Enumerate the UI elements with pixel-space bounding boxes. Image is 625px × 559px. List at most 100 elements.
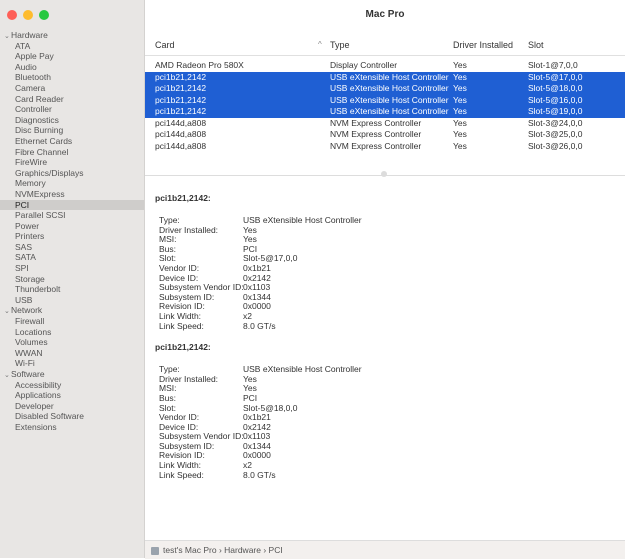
sidebar-item-spi[interactable]: SPI xyxy=(0,263,144,274)
table-row[interactable]: pci144d,a808 NVM Express Controller Yes Slo… xyxy=(145,129,625,141)
sidebar-item-volumes[interactable]: Volumes xyxy=(0,337,144,348)
zoom-window-button[interactable] xyxy=(39,10,49,20)
sidebar-item-fibre-channel[interactable]: Fibre Channel xyxy=(0,147,144,158)
sidebar-item-developer[interactable]: Developer xyxy=(0,401,144,412)
sidebar-item-audio[interactable]: Audio xyxy=(0,62,144,73)
property-row: Slot: Slot-5@18,0,0 xyxy=(159,403,625,414)
sidebar-group-network[interactable]: ⌄Network xyxy=(0,305,144,316)
split-handle-icon[interactable] xyxy=(381,171,387,177)
cell-card: pci1b21,2142 xyxy=(155,106,207,116)
sidebar-group-software[interactable]: ⌄Software xyxy=(0,369,144,380)
sidebar-item-thunderbolt[interactable]: Thunderbolt xyxy=(0,284,144,295)
sidebar-group-hardware[interactable]: ⌄Hardware xyxy=(0,30,144,41)
device-table: AMD Radeon Pro 580X Display Controller Yes… xyxy=(145,60,625,152)
column-header-type[interactable]: Type xyxy=(330,40,350,50)
sidebar-item-printers[interactable]: Printers xyxy=(0,231,144,242)
property-row: Link Width: x2 xyxy=(159,460,625,471)
sidebar-item-disc-burning[interactable]: Disc Burning xyxy=(0,125,144,136)
sidebar-item-wwan[interactable]: WWAN xyxy=(0,348,144,359)
status-bar: test's Mac Pro › Hardware › PCI xyxy=(145,540,625,559)
property-value: 8.0 GT/s xyxy=(243,469,276,480)
detail-section: pci1b21,2142: Type: USB eXtensible Host Co… xyxy=(145,337,625,480)
property-key: Link Speed: xyxy=(159,469,204,480)
table-row[interactable]: pci1b21,2142 USB eXtensible Host Controll… xyxy=(145,71,625,83)
cell-slot: Slot-5@18,0,0 xyxy=(528,83,583,93)
property-row: MSI: Yes xyxy=(159,384,625,394)
sidebar-item-apple-pay[interactable]: Apple Pay xyxy=(0,51,144,62)
sidebar-group-label: Software xyxy=(11,369,45,379)
property-row: MSI: Yes xyxy=(159,235,625,245)
table-row[interactable]: pci1b21,2142 USB eXtensible Host Controll… xyxy=(145,94,625,106)
property-row: Revision ID: 0x0000 xyxy=(159,302,625,312)
sidebar-item-power[interactable]: Power xyxy=(0,221,144,232)
chevron-down-icon[interactable]: ⌄ xyxy=(4,32,11,43)
property-list: Type: USB eXtensible Host Controller Drive… xyxy=(145,208,625,331)
sidebar-item-sas[interactable]: SAS xyxy=(0,242,144,253)
property-row: Link Speed: 8.0 GT/s xyxy=(159,320,625,332)
sidebar-item-graphics-displays[interactable]: Graphics/Displays xyxy=(0,168,144,179)
detail-section-title: pci1b21,2142: xyxy=(155,342,211,353)
property-row: Vendor ID: 0x1b21 xyxy=(159,263,625,274)
sidebar-item-bluetooth[interactable]: Bluetooth xyxy=(0,72,144,83)
close-window-button[interactable] xyxy=(7,10,17,20)
column-header-driver-installed[interactable]: Driver Installed xyxy=(453,40,513,50)
property-row: Vendor ID: 0x1b21 xyxy=(159,412,625,423)
sidebar-item-extensions[interactable]: Extensions xyxy=(0,422,144,433)
sidebar-item-firewall[interactable]: Firewall xyxy=(0,316,144,327)
sidebar-item-controller[interactable]: Controller xyxy=(0,104,144,115)
cell-driver-installed: Yes xyxy=(453,83,467,93)
cell-driver-installed: Yes xyxy=(453,106,467,116)
property-row: Type: USB eXtensible Host Controller xyxy=(159,365,625,375)
table-row[interactable]: pci144d,a808 NVM Express Controller Yes Slo… xyxy=(145,118,625,130)
sidebar-item-ata[interactable]: ATA xyxy=(0,41,144,52)
cell-type: USB eXtensible Host Controller xyxy=(330,83,449,93)
cell-card: pci1b21,2142 xyxy=(155,71,207,82)
sidebar-item-locations[interactable]: Locations xyxy=(0,327,144,338)
chevron-down-icon[interactable]: ⌄ xyxy=(4,371,11,382)
sidebar-item-storage[interactable]: Storage xyxy=(0,274,144,285)
column-header-card[interactable]: Card xyxy=(155,40,175,50)
sidebar-item-firewire[interactable]: FireWire xyxy=(0,157,144,168)
property-list: Type: USB eXtensible Host Controller Drive… xyxy=(145,357,625,480)
sidebar-item-disabled-software[interactable]: Disabled Software xyxy=(0,411,144,422)
chevron-down-icon[interactable]: ⌄ xyxy=(4,307,11,318)
property-value: 8.0 GT/s xyxy=(243,320,276,331)
table-row[interactable]: pci1b21,2142 USB eXtensible Host Controll… xyxy=(145,83,625,95)
property-value: USB eXtensible Host Controller xyxy=(243,215,362,225)
property-row: Driver Installed: Yes xyxy=(159,225,625,236)
sidebar-item-sata[interactable]: SATA xyxy=(0,252,144,263)
cell-slot: Slot-5@16,0,0 xyxy=(528,94,583,105)
cell-card: AMD Radeon Pro 580X xyxy=(155,60,244,70)
table-row[interactable]: AMD Radeon Pro 580X Display Controller Yes… xyxy=(145,60,625,72)
sidebar-item-card-reader[interactable]: Card Reader xyxy=(0,94,144,105)
cell-card: pci144d,a808 xyxy=(155,117,207,128)
property-row: Subsystem Vendor ID: 0x1103 xyxy=(159,432,625,442)
property-row: Slot: Slot-5@17,0,0 xyxy=(159,254,625,264)
detail-pane: pci1b21,2142: Type: USB eXtensible Host Co… xyxy=(145,188,625,540)
sort-ascending-icon: ^ xyxy=(318,40,322,49)
cell-type: USB eXtensible Host Controller xyxy=(330,94,449,105)
sidebar-item-parallel-scsi[interactable]: Parallel SCSI xyxy=(0,210,144,221)
sidebar-item-ethernet-cards[interactable]: Ethernet Cards xyxy=(0,136,144,147)
window-controls xyxy=(7,10,49,20)
cell-driver-installed: Yes xyxy=(453,140,467,151)
table-row[interactable]: pci144d,a808 NVM Express Controller Yes Slo… xyxy=(145,141,625,153)
cell-driver-installed: Yes xyxy=(453,60,467,70)
sidebar-item-pci[interactable]: PCI xyxy=(0,199,144,211)
sidebar-item-memory[interactable]: Memory xyxy=(0,178,144,189)
sidebar-item-wi-fi[interactable]: Wi-Fi xyxy=(0,358,144,369)
sidebar-item-applications[interactable]: Applications xyxy=(0,390,144,401)
minimize-window-button[interactable] xyxy=(23,10,33,20)
sidebar-item-camera[interactable]: Camera xyxy=(0,83,144,94)
table-row[interactable]: pci1b21,2142 USB eXtensible Host Controll… xyxy=(145,106,625,118)
cell-card: pci1b21,2142 xyxy=(155,83,207,93)
cell-card: pci144d,a808 xyxy=(155,129,207,139)
sidebar-item-usb[interactable]: USB xyxy=(0,295,144,306)
cell-driver-installed: Yes xyxy=(453,117,467,128)
column-header-slot[interactable]: Slot xyxy=(528,40,544,50)
sidebar-item-accessibility[interactable]: Accessibility xyxy=(0,380,144,391)
sidebar-item-nvmexpress[interactable]: NVMExpress xyxy=(0,189,144,200)
breadcrumb: test's Mac Pro › Hardware › PCI xyxy=(163,545,283,555)
cell-slot: Slot-5@17,0,0 xyxy=(528,71,583,82)
sidebar-item-diagnostics[interactable]: Diagnostics xyxy=(0,115,144,126)
